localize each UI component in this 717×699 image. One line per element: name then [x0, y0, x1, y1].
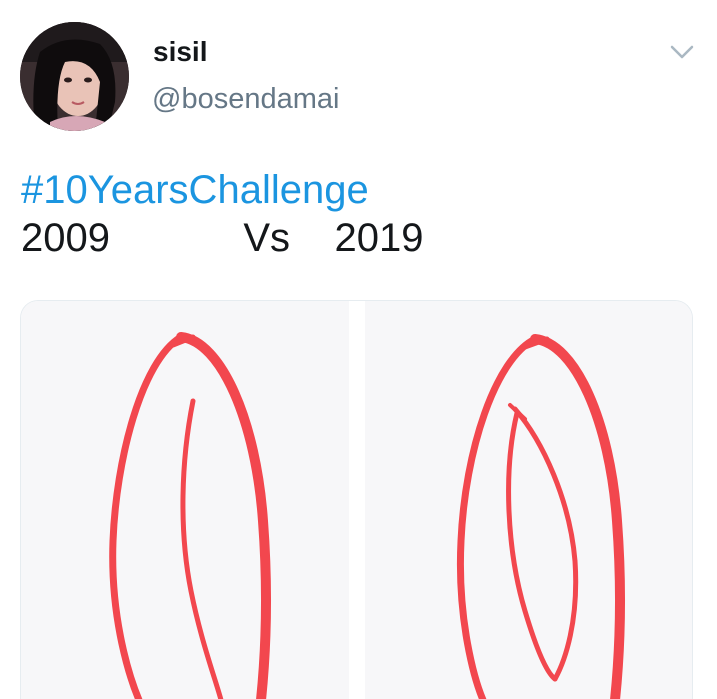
hashtag-link[interactable]: #10YearsChallenge [21, 168, 369, 212]
tweet-text: #10YearsChallenge 2009 Vs 2019 [21, 166, 423, 262]
media-image-2019[interactable] [365, 301, 692, 699]
chevron-down-icon[interactable] [670, 44, 694, 60]
display-name[interactable]: sisil [153, 38, 207, 66]
tweet-body-line: 2009 Vs 2019 [21, 216, 424, 260]
drawing-2019 [456, 334, 626, 699]
media-divider [349, 301, 365, 699]
tweet-media[interactable] [20, 300, 693, 699]
avatar[interactable] [20, 22, 129, 131]
user-handle[interactable]: @bosendamai [152, 85, 339, 114]
media-image-2009[interactable] [21, 301, 349, 699]
avatar-photo [20, 22, 129, 131]
drawing-2009 [109, 332, 272, 699]
